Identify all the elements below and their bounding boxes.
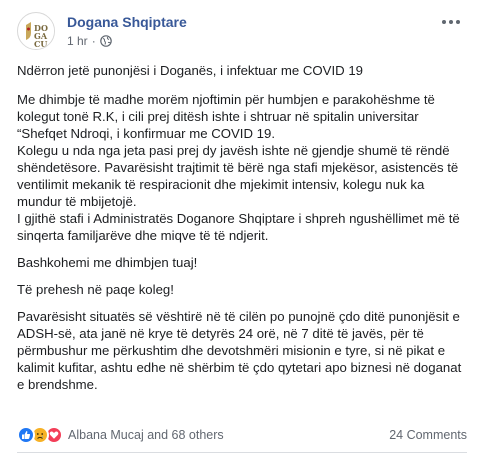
like-icon — [17, 426, 35, 444]
footer-divider — [17, 452, 467, 453]
globe-icon[interactable] — [99, 35, 112, 47]
reactions-summary[interactable]: Albana Mucaj and 68 others — [17, 426, 224, 444]
post-paragraph-2: Bashkohemi me dhimbjen tuaj! — [17, 255, 198, 270]
comments-count-link[interactable]: 24 Comments — [389, 428, 467, 442]
facebook-post: DO GA CU Dogana Shqiptare 1 hr · Ndërron… — [0, 0, 479, 456]
post-time[interactable]: 1 hr — [67, 34, 88, 48]
post-paragraph-4: Pavarësisht situatës së vështirë në të c… — [17, 309, 462, 392]
reactions-text[interactable]: Albana Mucaj and 68 others — [68, 428, 224, 442]
svg-text:CU: CU — [34, 39, 47, 49]
dogana-logo-icon[interactable]: DO GA CU — [17, 12, 55, 50]
post-meta: 1 hr · — [67, 34, 112, 48]
post-paragraph-1: Me dhimbje të madhe morëm njoftimin për … — [17, 92, 460, 243]
post-content: Ndërron jetë punonjësi i Doganës, i infe… — [17, 62, 463, 403]
post-title: Ndërron jetë punonjësi i Doganës, i infe… — [17, 63, 363, 78]
post-footer: Albana Mucaj and 68 others 24 Comments — [17, 424, 467, 446]
more-options-icon[interactable] — [439, 12, 463, 32]
post-paragraph-3: Të prehesh në paqe koleg! — [17, 282, 174, 297]
page-name-link[interactable]: Dogana Shqiptare — [67, 14, 187, 30]
post-header: DO GA CU Dogana Shqiptare 1 hr · — [17, 12, 467, 56]
meta-separator: · — [91, 34, 96, 48]
